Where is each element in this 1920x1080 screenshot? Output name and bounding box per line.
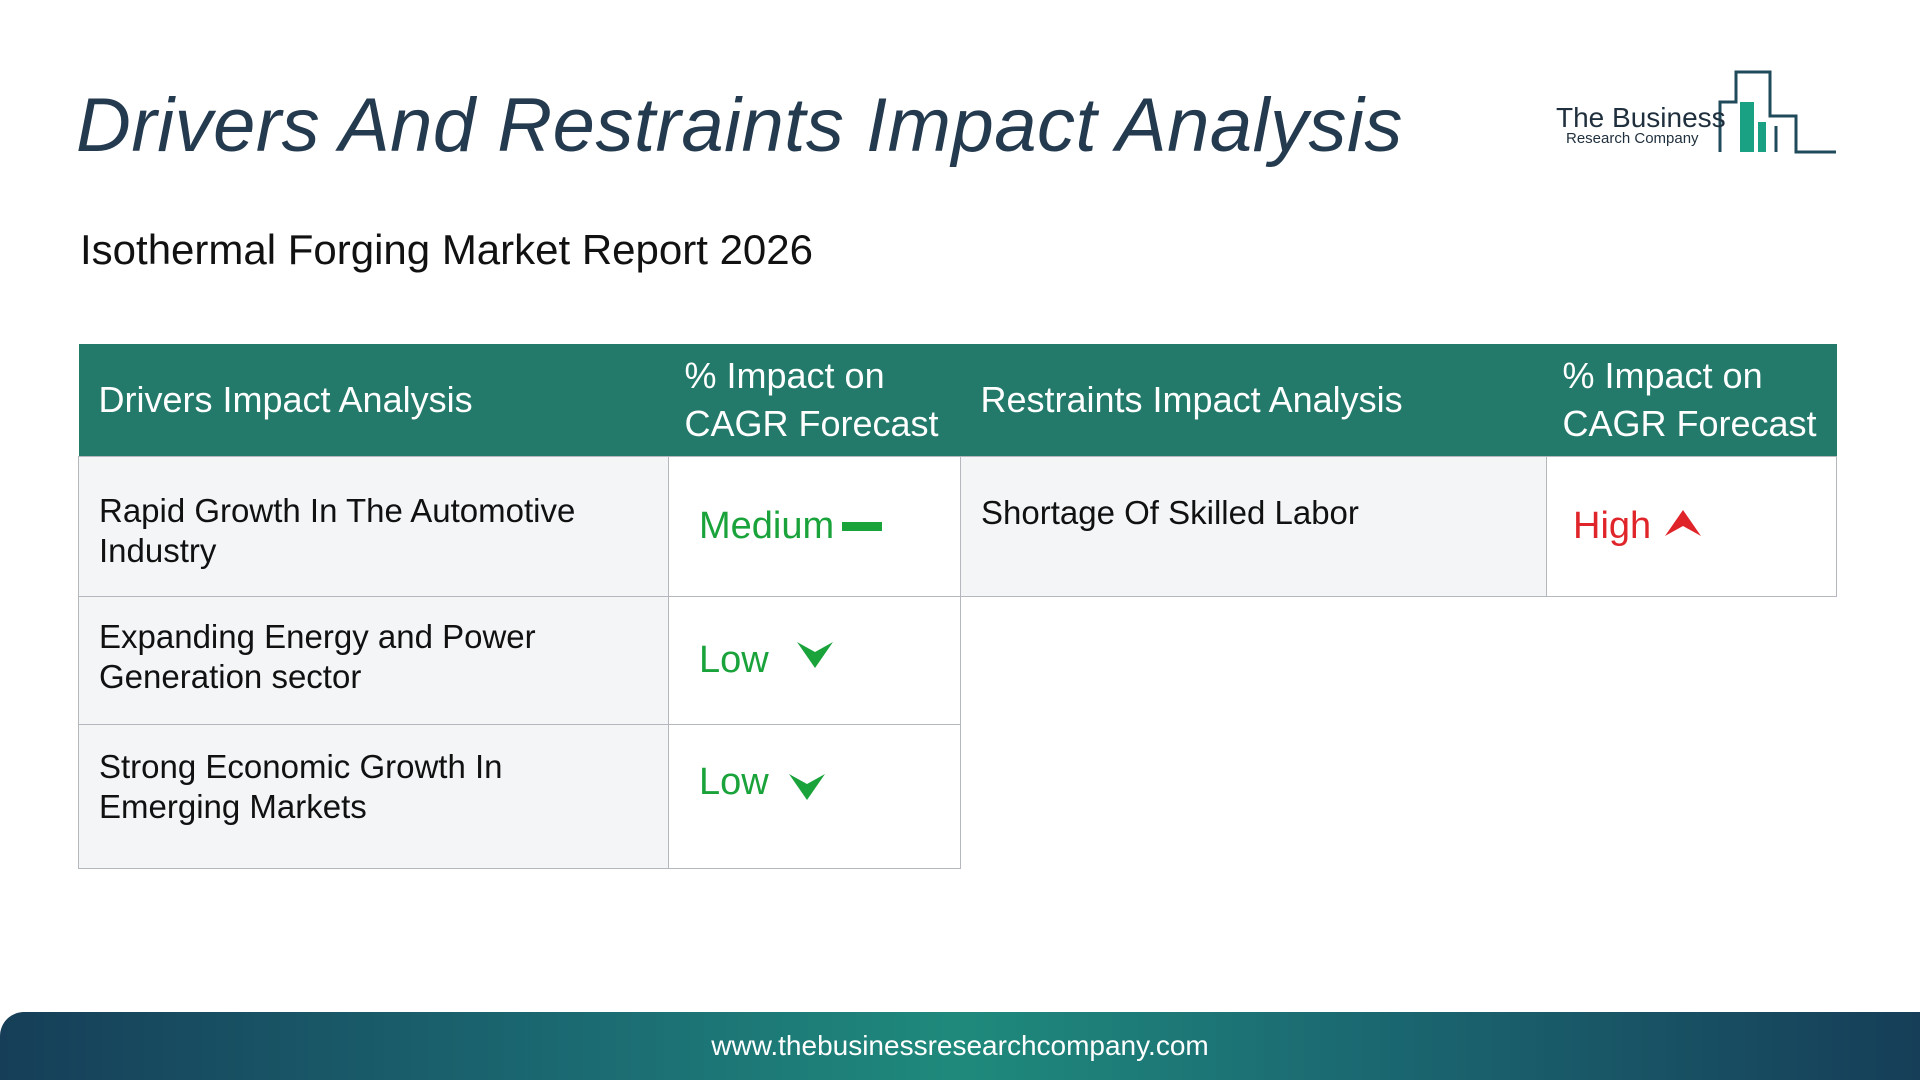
footer-bar: www.thebusinessresearchcompany.com xyxy=(0,1012,1920,1080)
impact-level: Medium xyxy=(699,504,835,547)
table-row: Expanding Energy and Power Generation se… xyxy=(78,595,961,725)
arrow-down-icon xyxy=(788,774,825,800)
driver-factor: Strong Economic Growth In Emerging Marke… xyxy=(78,723,669,869)
table-row: Strong Economic Growth In Emerging Marke… xyxy=(78,723,961,869)
report-subtitle: Isothermal Forging Market Report 2026 xyxy=(80,226,814,273)
impact-level: Low xyxy=(699,760,769,803)
logo-subtitle: Research Company xyxy=(1566,130,1699,147)
table-row: Shortage Of Skilled Labor High xyxy=(960,455,1837,597)
impact-level: High xyxy=(1573,504,1652,547)
website-link[interactable]: www.thebusinessresearchcompany.com xyxy=(711,1030,1208,1061)
driver-factor: Expanding Energy and Power Generation se… xyxy=(78,595,669,725)
arrow-up-icon xyxy=(1665,510,1702,536)
page-title: Drivers And Restraints Impact Analysis xyxy=(76,83,1403,168)
dash-icon xyxy=(842,521,883,531)
driver-impact-cell: Medium xyxy=(668,455,961,597)
restraint-factor: Shortage Of Skilled Labor xyxy=(960,455,1547,597)
restraints-header: Restraints Impact Analysis xyxy=(960,344,1547,456)
driver-factor: Rapid Growth In The Automotive Industry xyxy=(78,455,669,597)
drivers-impact-header: % Impact on CAGR Forecast xyxy=(668,344,961,456)
slide: Drivers And Restraints Impact Analysis I… xyxy=(0,0,1920,1080)
impact-level: Low xyxy=(699,638,769,681)
restraints-impact-header: % Impact on CAGR Forecast xyxy=(1546,344,1837,456)
restraints-table: Restraints Impact Analysis % Impact on C… xyxy=(960,344,1837,597)
drivers-table: Drivers Impact Analysis % Impact on CAGR… xyxy=(78,344,961,869)
driver-impact-cell: Low xyxy=(668,723,961,869)
table-row: Rapid Growth In The Automotive Industry … xyxy=(78,455,961,597)
drivers-header: Drivers Impact Analysis xyxy=(78,344,669,456)
company-logo: The Business Research Company xyxy=(1552,66,1836,156)
driver-impact-cell: Low xyxy=(668,595,961,725)
restraint-impact-cell: High xyxy=(1546,455,1837,597)
arrow-down-icon xyxy=(796,642,833,668)
